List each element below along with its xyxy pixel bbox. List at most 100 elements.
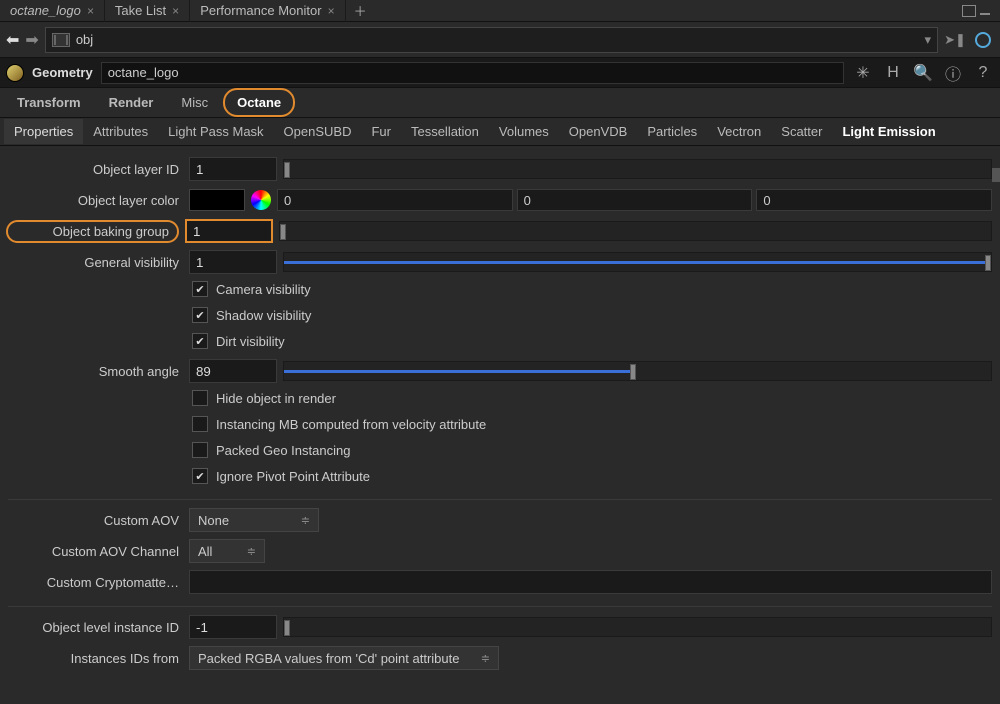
input-instance-id[interactable] <box>189 615 277 639</box>
label-ignore-pivot: Ignore Pivot Point Attribute <box>216 469 370 484</box>
checkbox-ignore-pivot[interactable]: ✔ <box>192 468 208 484</box>
path-input[interactable]: obj ▾ <box>45 27 938 53</box>
document-tabbar: octane_logo × Take List × Performance Mo… <box>0 0 1000 22</box>
checkbox-packed-geo[interactable] <box>192 442 208 458</box>
node-name-input[interactable]: octane_logo <box>101 62 844 84</box>
minimize-icon[interactable] <box>980 7 994 15</box>
doc-tab-label: octane_logo <box>10 3 81 18</box>
maximize-icon[interactable] <box>962 5 976 17</box>
tab-render[interactable]: Render <box>96 89 167 116</box>
row-general-visibility: General visibility <box>8 248 992 276</box>
label-object-baking-group: Object baking group <box>6 220 179 243</box>
gear-icon[interactable]: ✳ <box>852 63 874 83</box>
slider-general-visibility[interactable] <box>283 252 992 272</box>
input-object-layer-id[interactable] <box>189 157 277 181</box>
row-object-layer-color: Object layer color 0 0 0 <box>8 186 992 214</box>
close-icon[interactable]: × <box>328 4 335 18</box>
subtab-properties[interactable]: Properties <box>4 119 83 144</box>
row-shadow-visibility: ✔ Shadow visibility <box>8 302 992 328</box>
side-handle[interactable] <box>992 168 1000 182</box>
houdini-icon[interactable]: H <box>882 64 904 82</box>
subtab-light-pass-mask[interactable]: Light Pass Mask <box>158 119 273 144</box>
row-instancing-mb: Instancing MB computed from velocity att… <box>8 411 992 437</box>
slider-object-baking-group[interactable] <box>279 221 992 241</box>
window-controls <box>956 5 1000 17</box>
row-object-baking-group: Object baking group <box>8 217 992 245</box>
label-instances-from: Instances IDs from <box>8 651 183 666</box>
new-tab-button[interactable]: ＋ <box>346 1 375 20</box>
checkbox-shadow-visibility[interactable]: ✔ <box>192 307 208 323</box>
row-object-layer-id: Object layer ID <box>8 155 992 183</box>
input-color-r[interactable]: 0 <box>277 189 513 211</box>
label-custom-aov-channel: Custom AOV Channel <box>8 544 183 559</box>
separator <box>8 499 992 500</box>
pin-icon[interactable]: ➤❚ <box>944 29 966 51</box>
tab-misc[interactable]: Misc <box>168 89 221 116</box>
select-custom-aov[interactable]: None ≑ <box>189 508 319 532</box>
doc-tab-performance-monitor[interactable]: Performance Monitor × <box>190 0 345 22</box>
subtab-particles[interactable]: Particles <box>637 119 707 144</box>
node-header: Geometry octane_logo ✳ H 🔍 ⓘ ? <box>0 58 1000 88</box>
label-smooth-angle: Smooth angle <box>8 364 183 379</box>
node-type-label: Geometry <box>32 65 93 80</box>
properties-panel: Object layer ID Object layer color 0 0 0… <box>0 146 1000 704</box>
input-color-b[interactable]: 0 <box>756 189 992 211</box>
label-custom-aov: Custom AOV <box>8 513 183 528</box>
close-icon[interactable]: × <box>172 4 179 18</box>
help-icon[interactable]: ? <box>972 64 994 82</box>
tab-octane[interactable]: Octane <box>223 88 295 117</box>
row-custom-aov: Custom AOV None ≑ <box>8 506 992 534</box>
target-icon[interactable] <box>972 29 994 51</box>
chevron-updown-icon: ≑ <box>481 652 490 665</box>
subtab-openvdb[interactable]: OpenVDB <box>559 119 638 144</box>
separator <box>8 606 992 607</box>
forward-button[interactable]: ➡ <box>25 30 38 50</box>
doc-tab-take-list[interactable]: Take List × <box>105 0 190 22</box>
checkbox-hide-object[interactable] <box>192 390 208 406</box>
doc-tab-label: Performance Monitor <box>200 3 321 18</box>
input-smooth-angle[interactable] <box>189 359 277 383</box>
subtab-tessellation[interactable]: Tessellation <box>401 119 489 144</box>
subtab-scatter[interactable]: Scatter <box>771 119 832 144</box>
subtab-volumes[interactable]: Volumes <box>489 119 559 144</box>
subtab-fur[interactable]: Fur <box>361 119 401 144</box>
slider-instance-id[interactable] <box>283 617 992 637</box>
checkbox-camera-visibility[interactable]: ✔ <box>192 281 208 297</box>
checkbox-instancing-mb[interactable] <box>192 416 208 432</box>
row-smooth-angle: Smooth angle <box>8 357 992 385</box>
input-object-baking-group[interactable] <box>185 219 273 243</box>
select-instances-from[interactable]: Packed RGBA values from 'Cd' point attri… <box>189 646 499 670</box>
color-wheel-icon[interactable] <box>251 190 271 210</box>
color-swatch[interactable] <box>189 189 245 211</box>
info-icon[interactable]: ⓘ <box>942 61 964 85</box>
select-value: None <box>198 513 229 528</box>
subtab-attributes[interactable]: Attributes <box>83 119 158 144</box>
path-navigation: ⬅ ➡ obj ▾ ➤❚ <box>0 22 1000 58</box>
node-name-text: octane_logo <box>108 65 179 80</box>
subtab-light-emission[interactable]: Light Emission <box>832 119 945 144</box>
slider-object-layer-id[interactable] <box>283 159 992 179</box>
tab-transform[interactable]: Transform <box>4 89 94 116</box>
back-button[interactable]: ⬅ <box>6 30 19 50</box>
row-dirt-visibility: ✔ Dirt visibility <box>8 328 992 354</box>
search-icon[interactable]: 🔍 <box>912 63 934 83</box>
select-value: All <box>198 544 212 559</box>
row-hide-object: Hide object in render <box>8 385 992 411</box>
label-shadow-visibility: Shadow visibility <box>216 308 311 323</box>
close-icon[interactable]: × <box>87 4 94 18</box>
row-custom-aov-channel: Custom AOV Channel All ≑ <box>8 537 992 565</box>
input-general-visibility[interactable] <box>189 250 277 274</box>
color-rgb-inputs: 0 0 0 <box>277 189 992 211</box>
input-custom-cryptomatte[interactable] <box>189 570 992 594</box>
input-color-g[interactable]: 0 <box>517 189 753 211</box>
subtab-opensubd[interactable]: OpenSUBD <box>274 119 362 144</box>
row-instance-id: Object level instance ID <box>8 613 992 641</box>
chevron-down-icon[interactable]: ▾ <box>924 32 931 48</box>
slider-smooth-angle[interactable] <box>283 361 992 381</box>
row-camera-visibility: ✔ Camera visibility <box>8 276 992 302</box>
subtab-vectron[interactable]: Vectron <box>707 119 771 144</box>
label-object-layer-id: Object layer ID <box>8 162 183 177</box>
checkbox-dirt-visibility[interactable]: ✔ <box>192 333 208 349</box>
select-custom-aov-channel[interactable]: All ≑ <box>189 539 265 563</box>
doc-tab-octane-logo[interactable]: octane_logo × <box>0 0 105 22</box>
